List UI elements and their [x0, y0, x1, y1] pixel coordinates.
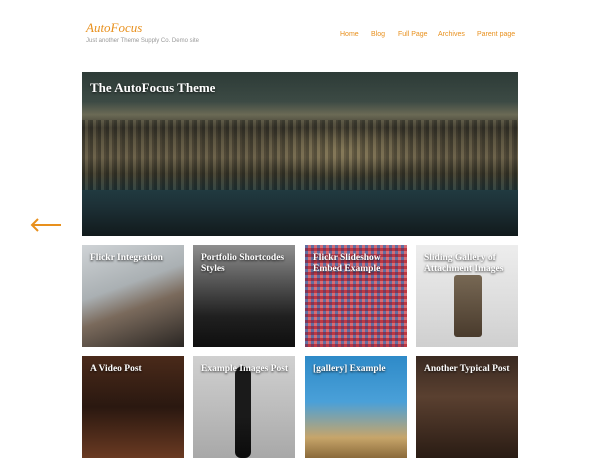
jar-image — [454, 275, 482, 337]
main-nav: Home Blog Full Page Archives Parent page — [0, 31, 600, 43]
post-tile-title[interactable]: Portfolio Shortcodes Styles — [201, 253, 291, 275]
post-tile-title[interactable]: A Video Post — [90, 364, 180, 375]
post-tile-title[interactable]: Flickr Integration — [90, 253, 180, 264]
post-tile-sliding-gallery[interactable]: Sliding Gallery of Attachment Images — [416, 245, 518, 347]
post-tile-title[interactable]: [gallery] Example — [313, 364, 403, 375]
nav-home[interactable]: Home — [340, 31, 359, 38]
previous-arrow-icon[interactable] — [30, 218, 62, 232]
post-tile-portfolio-shortcodes[interactable]: Portfolio Shortcodes Styles — [193, 245, 295, 347]
post-tile-title[interactable]: Flickr Slideshow Embed Example — [313, 253, 403, 275]
post-tile-video-post[interactable]: A Video Post — [82, 356, 184, 458]
post-tile-title[interactable]: Sliding Gallery of Attachment Images — [424, 253, 514, 275]
post-tile-flickr-slideshow[interactable]: Flickr Slideshow Embed Example — [305, 245, 407, 347]
nav-parent-page[interactable]: Parent page — [477, 31, 515, 38]
post-tile-title[interactable]: Example Images Post — [201, 364, 291, 375]
guitar-image — [235, 366, 251, 458]
post-tile-flickr-integration[interactable]: Flickr Integration — [82, 245, 184, 347]
post-tile-another-typical-post[interactable]: Another Typical Post — [416, 356, 518, 458]
post-tile-title[interactable]: Another Typical Post — [424, 364, 514, 375]
post-tile-example-images[interactable]: Example Images Post — [193, 356, 295, 458]
post-tile-gallery-example[interactable]: [gallery] Example — [305, 356, 407, 458]
nav-blog[interactable]: Blog — [371, 31, 385, 38]
nav-full-page[interactable]: Full Page — [398, 31, 428, 38]
hero-image[interactable]: The AutoFocus Theme — [82, 72, 518, 236]
nav-archives[interactable]: Archives — [438, 31, 465, 38]
hero-title[interactable]: The AutoFocus Theme — [90, 80, 215, 96]
hero-city-skyline — [82, 120, 518, 190]
